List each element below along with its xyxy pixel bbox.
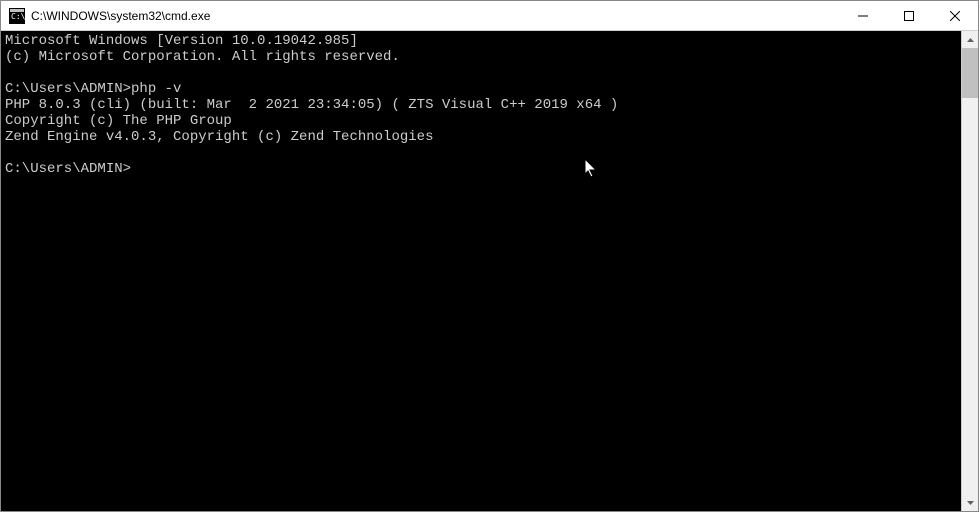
close-icon	[950, 11, 960, 21]
scroll-thumb[interactable]	[962, 48, 978, 98]
titlebar-buttons	[840, 1, 978, 30]
scroll-up-arrow[interactable]	[962, 31, 978, 48]
terminal-line: Microsoft Windows [Version 10.0.19042.98…	[5, 33, 358, 49]
terminal-prompt: C:\Users\ADMIN>	[5, 161, 131, 177]
vertical-scrollbar[interactable]	[961, 31, 978, 511]
chevron-down-icon	[967, 501, 974, 505]
maximize-button[interactable]	[886, 1, 932, 30]
svg-text:C:\: C:\	[11, 12, 25, 21]
chevron-up-icon	[967, 38, 974, 42]
minimize-icon	[858, 11, 868, 21]
terminal-output[interactable]: Microsoft Windows [Version 10.0.19042.98…	[1, 31, 961, 511]
titlebar[interactable]: C:\ C:\WINDOWS\system32\cmd.exe	[1, 1, 978, 31]
terminal-line: C:\Users\ADMIN>php -v	[5, 81, 181, 97]
cmd-icon: C:\	[9, 8, 25, 24]
close-button[interactable]	[932, 1, 978, 30]
scroll-down-arrow[interactable]	[962, 494, 978, 511]
terminal-line: Copyright (c) The PHP Group	[5, 113, 232, 129]
minimize-button[interactable]	[840, 1, 886, 30]
terminal-line: PHP 8.0.3 (cli) (built: Mar 2 2021 23:34…	[5, 97, 618, 113]
maximize-icon	[904, 11, 914, 21]
scroll-track[interactable]	[962, 48, 978, 494]
console-wrap: Microsoft Windows [Version 10.0.19042.98…	[1, 31, 978, 511]
terminal-line: (c) Microsoft Corporation. All rights re…	[5, 49, 400, 65]
window-title: C:\WINDOWS\system32\cmd.exe	[31, 9, 840, 23]
terminal-line: Zend Engine v4.0.3, Copyright (c) Zend T…	[5, 129, 433, 145]
